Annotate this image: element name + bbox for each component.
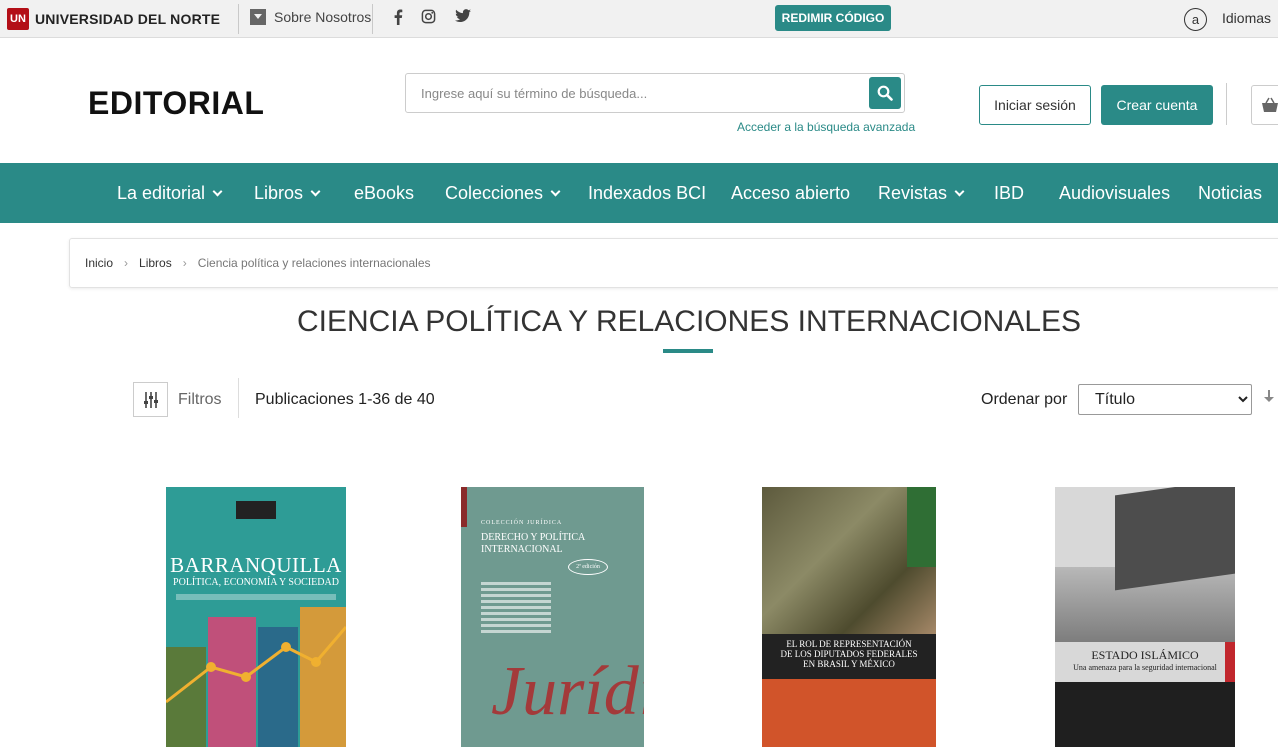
editorial-logo[interactable]: EDITORIAL: [88, 85, 264, 122]
book-title: BARRANQUILLA: [170, 553, 342, 577]
cover-artwork: [166, 607, 346, 747]
nav-label: Acceso abierto: [731, 183, 851, 203]
nav-label: Revistas: [878, 183, 948, 203]
nav-item-colecciones[interactable]: Colecciones: [445, 183, 561, 204]
book-cover-rol-representacion[interactable]: EL ROL DE REPRESENTACIÓN DE LOS DIPUTADO…: [762, 487, 936, 747]
cover-footer: [1055, 682, 1235, 747]
nav-label: Libros: [254, 183, 304, 203]
nav-item-la-editorial[interactable]: La editorial: [117, 183, 223, 204]
main-nav: La editorial Libros eBooks Colecciones I…: [0, 163, 1278, 223]
university-logo[interactable]: UN UNIVERSIDAD DEL NORTE: [7, 7, 220, 31]
search-box: [405, 73, 905, 113]
sort-direction-button[interactable]: [1263, 389, 1275, 408]
language-menu[interactable]: Idiomas: [1222, 10, 1271, 26]
basket-icon: [1262, 97, 1278, 112]
dropdown-square-icon: [250, 9, 266, 25]
arrow-down-icon: [1264, 390, 1274, 402]
language-icon[interactable]: a: [1184, 8, 1207, 31]
divider: [372, 4, 373, 34]
chevron-down-icon: [954, 186, 965, 197]
top-bar: UN UNIVERSIDAD DEL NORTE Sobre Nosotros …: [0, 0, 1278, 38]
book-subtitle: POLÍTICA, ECONOMÍA Y SOCIEDAD: [173, 577, 339, 588]
sort-select[interactable]: Título: [1078, 384, 1252, 415]
nav-label: La editorial: [117, 183, 206, 203]
nav-item-revistas[interactable]: Revistas: [878, 183, 965, 204]
chevron-down-icon: [550, 186, 561, 197]
nav-item-noticias[interactable]: Noticias: [1198, 183, 1262, 204]
nav-item-audiovisuales[interactable]: Audiovisuales: [1059, 183, 1170, 204]
breadcrumb-home[interactable]: Inicio: [85, 256, 113, 270]
nav-item-ibd[interactable]: IBD: [994, 183, 1024, 204]
breadcrumb-current: Ciencia política y relaciones internacio…: [197, 256, 431, 270]
book-title: DERECHO Y POLÍTICA INTERNACIONAL: [481, 532, 585, 555]
cover-accent: [907, 487, 936, 567]
nav-item-ebooks[interactable]: eBooks: [354, 183, 414, 204]
book-cover-estado-islamico[interactable]: ESTADO ISLÁMICO Una amenaza para la segu…: [1055, 487, 1235, 747]
facebook-icon[interactable]: [389, 9, 407, 29]
search-input[interactable]: [406, 74, 846, 112]
nav-label: Noticias: [1198, 183, 1263, 203]
sort-label: Ordenar por: [981, 391, 1068, 408]
publisher-logo: [236, 501, 276, 519]
redeem-code-button[interactable]: REDIMIR CÓDIGO: [775, 5, 891, 31]
university-name: UNIVERSIDAD DEL NORTE: [35, 11, 221, 27]
cover-script: Jurídi: [491, 653, 644, 730]
book-collection: COLECCIÓN JURÍDICA: [481, 520, 563, 526]
search-button[interactable]: [869, 77, 901, 109]
filters-button[interactable]: [133, 382, 168, 417]
instagram-icon[interactable]: [419, 9, 437, 28]
about-label: Sobre Nosotros: [274, 9, 372, 25]
nav-label: Indexados BCI: [588, 183, 707, 203]
title-underline: [663, 349, 713, 353]
divider: [1226, 83, 1227, 125]
nav-label: IBD: [994, 183, 1025, 203]
nav-label: eBooks: [354, 183, 415, 203]
page-title: CIENCIA POLÍTICA Y RELACIONES INTERNACIO…: [296, 305, 1082, 338]
page-title-wrap: CIENCIA POLÍTICA Y RELACIONES INTERNACIO…: [0, 305, 1278, 339]
breadcrumb-libros[interactable]: Libros: [139, 256, 172, 270]
cover-footer: [762, 679, 936, 747]
search-icon: [877, 85, 893, 101]
book-authors: [176, 594, 336, 600]
nav-item-indexados-bci[interactable]: Indexados BCI: [588, 183, 706, 204]
chevron-down-icon: [212, 186, 223, 197]
book-title: ESTADO ISLÁMICO: [1091, 648, 1199, 662]
edition-badge: 2ª edición: [568, 559, 608, 575]
advanced-search-link[interactable]: Acceder a la búsqueda avanzada: [737, 120, 915, 134]
breadcrumb: Inicio › Libros › Ciencia política y rel…: [69, 238, 1278, 288]
book-cover-derecho-politica[interactable]: COLECCIÓN JURÍDICA DERECHO Y POLÍTICA IN…: [461, 487, 644, 747]
book-authors: [481, 582, 551, 636]
nav-label: Colecciones: [445, 183, 544, 203]
cart-button[interactable]: [1251, 85, 1278, 125]
book-cover-barranquilla[interactable]: BARRANQUILLA POLÍTICA, ECONOMÍA Y SOCIED…: [166, 487, 346, 747]
nav-item-libros[interactable]: Libros: [254, 183, 321, 204]
book-subtitle: Una amenaza para la seguridad internacio…: [1073, 663, 1217, 672]
divider: [238, 4, 239, 34]
twitter-icon[interactable]: [454, 9, 472, 27]
cover-flag: [1115, 487, 1235, 591]
university-mark-icon: UN: [7, 8, 29, 30]
book-title: EL ROL DE REPRESENTACIÓN DE LOS DIPUTADO…: [780, 639, 918, 669]
divider: [238, 378, 239, 418]
filters-label[interactable]: Filtros: [178, 391, 222, 409]
chevron-down-icon: [310, 186, 321, 197]
about-menu[interactable]: Sobre Nosotros: [250, 9, 371, 25]
login-button[interactable]: Iniciar sesión: [979, 85, 1091, 125]
sliders-icon: [143, 391, 158, 408]
nav-label: Audiovisuales: [1059, 183, 1171, 203]
publications-count: Publicaciones 1-36 de 40: [255, 391, 435, 408]
chevron-right-icon: ›: [124, 256, 129, 270]
signup-button[interactable]: Crear cuenta: [1101, 85, 1213, 125]
cover-accent: [461, 487, 467, 527]
chevron-right-icon: ›: [182, 256, 187, 270]
nav-item-acceso-abierto[interactable]: Acceso abierto: [731, 183, 850, 204]
